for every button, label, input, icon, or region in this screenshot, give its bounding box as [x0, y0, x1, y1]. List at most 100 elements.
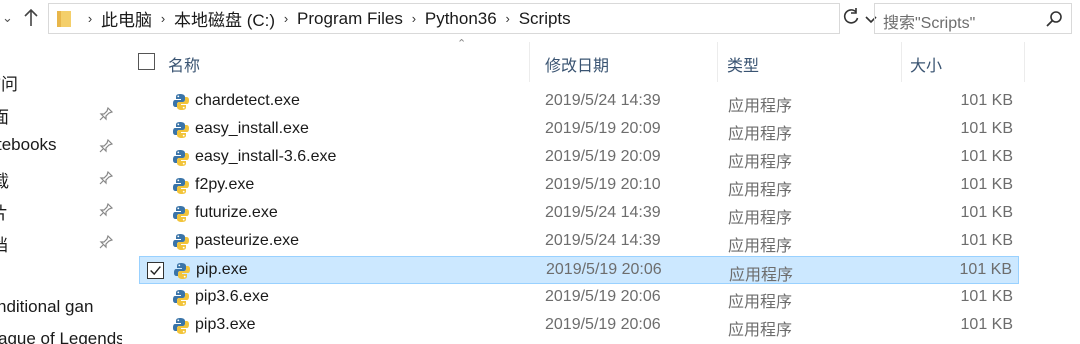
file-modified-date: 2019/5/24 14:39: [545, 232, 661, 249]
file-row[interactable]: easy_install-3.6.exe 2019/5/19 20:09 应用程序 1…: [139, 144, 1019, 172]
file-modified-date: 2019/5/19 20:10: [545, 176, 661, 193]
file-name: easy_install-3.6.exe: [195, 148, 337, 165]
python-file-icon: [173, 178, 189, 194]
search-placeholder: 搜索"Scripts": [883, 15, 976, 32]
file-size: 101 KB: [960, 148, 1013, 165]
file-row[interactable]: f2py.exe 2019/5/19 20:10 应用程序 101 KB: [139, 172, 1019, 200]
breadcrumb-separator-icon[interactable]: ›: [152, 11, 174, 26]
python-file-icon: [173, 206, 189, 222]
pin-icon[interactable]: [99, 235, 113, 249]
file-name: f2py.exe: [195, 176, 255, 193]
file-type: 应用程序: [728, 238, 793, 255]
nav-item-label: 档: [0, 231, 8, 256]
file-type: 应用程序: [728, 294, 793, 311]
breadcrumb-separator-icon[interactable]: ›: [497, 11, 519, 26]
nav-item-desktop[interactable]: 面: [0, 103, 122, 127]
nav-item-label: 面: [0, 108, 9, 127]
refresh-icon[interactable]: [842, 7, 860, 27]
breadcrumb-separator-icon[interactable]: ›: [275, 11, 297, 26]
file-size: 101 KB: [959, 261, 1012, 278]
breadcrumb-item-python36[interactable]: Python36: [425, 9, 497, 29]
file-name: chardetect.exe: [195, 92, 300, 109]
file-row[interactable]: futurize.exe 2019/5/24 14:39 应用程序 101 KB: [139, 200, 1019, 228]
nav-item-notebooks[interactable]: tebooks: [0, 135, 122, 159]
nav-item-label: 访问: [0, 75, 18, 94]
column-header-date[interactable]: 修改日期: [530, 42, 718, 82]
file-size: 101 KB: [960, 204, 1013, 221]
nav-item-label: 片: [0, 199, 8, 224]
file-row[interactable]: pip3.6.exe 2019/5/19 20:06 应用程序 101 KB: [139, 284, 1019, 312]
file-row[interactable]: pip3.exe 2019/5/19 20:06 应用程序 101 KB: [139, 312, 1019, 340]
nav-item-downloads[interactable]: 载: [0, 167, 122, 191]
python-file-icon: [173, 234, 189, 250]
python-file-icon: [174, 263, 190, 279]
breadcrumb[interactable]: › 此电脑 › 本地磁盘 (C:) › Program Files › Pyth…: [48, 3, 877, 34]
search-box[interactable]: 搜索"Scripts": [874, 3, 1072, 34]
nav-item-conditional-gan[interactable]: nditional gan: [0, 297, 122, 321]
file-name: pip3.exe: [195, 316, 256, 333]
address-bar-row: ⌄ › 此电脑 › 本地磁盘 (C:) › Program Files › Py…: [0, 0, 1080, 38]
breadcrumb-item-program-files[interactable]: Program Files: [297, 9, 403, 29]
recent-locations-chevron-icon[interactable]: ⌄: [2, 10, 13, 26]
nav-item-label: nditional gan: [0, 297, 94, 316]
file-row[interactable]: pip.exe 2019/5/19 20:06 应用程序 101 KB: [139, 256, 1019, 284]
file-type: 应用程序: [728, 322, 793, 339]
file-name: pasteurize.exe: [195, 232, 300, 249]
column-header-label: 修改日期: [545, 58, 610, 75]
file-row[interactable]: easy_install.exe 2019/5/19 20:09 应用程序 101 K…: [139, 116, 1019, 144]
breadcrumb-item-local-disk[interactable]: 本地磁盘 (C:): [174, 6, 275, 31]
column-header-name[interactable]: 名称: [130, 42, 530, 82]
pin-icon[interactable]: [99, 107, 113, 121]
file-modified-date: 2019/5/19 20:06: [546, 261, 662, 278]
nav-item-pictures[interactable]: 片: [0, 199, 122, 223]
file-modified-date: 2019/5/24 14:39: [545, 204, 661, 221]
file-type: 应用程序: [728, 98, 793, 115]
column-header-label: 类型: [727, 58, 760, 75]
python-file-icon: [173, 122, 189, 138]
file-modified-date: 2019/5/19 20:06: [545, 316, 661, 333]
file-modified-date: 2019/5/19 20:06: [545, 288, 661, 305]
breadcrumb-path: › 此电脑 › 本地磁盘 (C:) › Program Files › Pyth…: [79, 4, 571, 33]
column-header-label: 名称: [168, 58, 201, 75]
file-size: 101 KB: [960, 176, 1013, 193]
file-row[interactable]: pasteurize.exe 2019/5/24 14:39 应用程序 101 KB: [139, 228, 1019, 256]
folder-icon: [57, 11, 71, 27]
nav-item-league-of-legends[interactable]: ague of Legends: [0, 329, 122, 344]
file-row[interactable]: chardetect.exe 2019/5/24 14:39 应用程序 101 KB: [139, 88, 1019, 116]
file-type: 应用程序: [729, 267, 794, 284]
file-name: pip3.6.exe: [195, 288, 269, 305]
nav-item-label: tebooks: [0, 135, 57, 154]
file-name: futurize.exe: [195, 204, 278, 221]
nav-item-label: 载: [0, 172, 9, 191]
pin-icon[interactable]: [99, 203, 113, 217]
file-size: 101 KB: [960, 316, 1013, 333]
nav-item-documents[interactable]: 档: [0, 231, 122, 255]
file-name: pip.exe: [196, 261, 248, 278]
row-checkbox[interactable]: [147, 262, 164, 279]
breadcrumb-separator-icon[interactable]: ›: [79, 11, 101, 26]
file-type: 应用程序: [728, 182, 793, 199]
navigation-pane: 访问 面 tebooks 载 片 档 nditional gan ague of…: [0, 38, 122, 344]
file-list-header: ⌃ 名称 修改日期 类型 大小: [130, 38, 1025, 82]
breadcrumb-separator-icon[interactable]: ›: [403, 11, 425, 26]
column-header-size[interactable]: 大小: [902, 42, 1025, 82]
file-type: 应用程序: [728, 210, 793, 227]
file-modified-date: 2019/5/19 20:09: [545, 120, 661, 137]
column-header-type[interactable]: 类型: [718, 42, 902, 82]
search-icon[interactable]: [1045, 10, 1063, 28]
file-size: 101 KB: [960, 92, 1013, 109]
file-type: 应用程序: [728, 126, 793, 143]
pin-icon[interactable]: [99, 171, 113, 185]
breadcrumb-item-scripts[interactable]: Scripts: [519, 9, 571, 29]
file-type: 应用程序: [728, 154, 793, 171]
file-modified-date: 2019/5/19 20:09: [545, 148, 661, 165]
nav-item-quick-access[interactable]: 访问: [0, 70, 122, 94]
python-file-icon: [173, 290, 189, 306]
up-arrow-icon[interactable]: [21, 6, 41, 30]
file-size: 101 KB: [960, 232, 1013, 249]
pin-icon[interactable]: [99, 139, 113, 153]
python-file-icon: [173, 318, 189, 334]
nav-item-label: ague of Legends: [0, 329, 122, 344]
file-size: 101 KB: [960, 288, 1013, 305]
breadcrumb-item-this-pc[interactable]: 此电脑: [101, 6, 152, 31]
